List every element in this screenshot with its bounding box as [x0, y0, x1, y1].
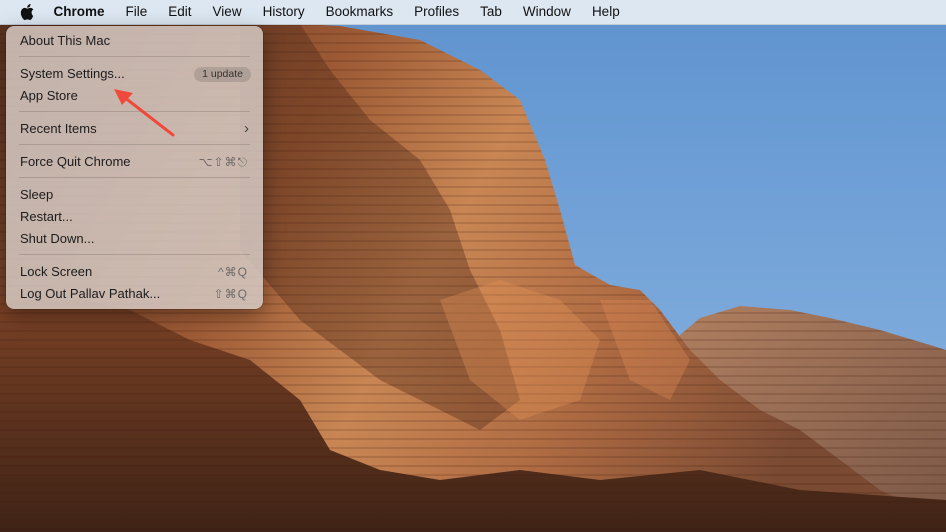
lock-screen-item[interactable]: Lock Screen ^⌘Q: [20, 261, 249, 283]
log-out-item[interactable]: Log Out Pallav Pathak... ⇧⌘Q: [20, 283, 249, 305]
recent-items-label: Recent Items: [20, 121, 97, 136]
menu-edit[interactable]: Edit: [158, 0, 202, 24]
about-this-mac-label: About This Mac: [20, 33, 111, 48]
desktop: Chrome File Edit View History Bookmarks …: [0, 0, 946, 532]
menu-separator: [19, 254, 250, 255]
shut-down-label: Shut Down...: [20, 231, 95, 246]
menu-file[interactable]: File: [115, 0, 158, 24]
log-out-shortcut: ⇧⌘Q: [213, 287, 248, 301]
about-this-mac-item[interactable]: About This Mac: [20, 30, 249, 52]
menu-separator: [19, 177, 250, 178]
apple-menu-dropdown: About This Mac System Settings... 1 upda…: [6, 26, 263, 309]
sleep-label: Sleep: [20, 187, 54, 202]
menu-profiles[interactable]: Profiles: [404, 0, 470, 24]
app-store-label: App Store: [20, 88, 78, 103]
menu-chrome[interactable]: Chrome: [43, 0, 115, 24]
menu-bar: Chrome File Edit View History Bookmarks …: [0, 0, 946, 25]
menu-history[interactable]: History: [252, 0, 315, 24]
menu-separator: [19, 144, 250, 145]
recent-items-item[interactable]: Recent Items ›: [20, 118, 249, 140]
restart-label: Restart...: [20, 209, 73, 224]
menu-separator: [19, 56, 250, 57]
shut-down-item[interactable]: Shut Down...: [20, 228, 249, 250]
lock-screen-label: Lock Screen: [20, 264, 93, 279]
force-quit-shortcut: ⌥⇧⌘⎋: [198, 155, 248, 169]
menu-bookmarks[interactable]: Bookmarks: [315, 0, 404, 24]
chevron-right-icon: ›: [244, 120, 249, 137]
log-out-label: Log Out Pallav Pathak...: [20, 286, 161, 301]
lock-screen-shortcut: ^⌘Q: [218, 265, 248, 279]
force-quit-label: Force Quit Chrome: [20, 154, 131, 169]
menu-view[interactable]: View: [202, 0, 252, 24]
app-store-item[interactable]: App Store: [20, 85, 249, 107]
force-quit-item[interactable]: Force Quit Chrome ⌥⇧⌘⎋: [20, 151, 249, 173]
system-settings-item[interactable]: System Settings... 1 update: [20, 63, 251, 85]
sleep-item[interactable]: Sleep: [20, 184, 249, 206]
menu-help[interactable]: Help: [581, 0, 630, 24]
system-settings-label: System Settings...: [20, 66, 125, 81]
menu-tab[interactable]: Tab: [470, 0, 513, 24]
restart-item[interactable]: Restart...: [20, 206, 249, 228]
update-badge: 1 update: [194, 66, 251, 82]
menu-separator: [19, 111, 250, 112]
apple-logo-icon[interactable]: [17, 2, 37, 22]
menu-window[interactable]: Window: [512, 0, 581, 24]
